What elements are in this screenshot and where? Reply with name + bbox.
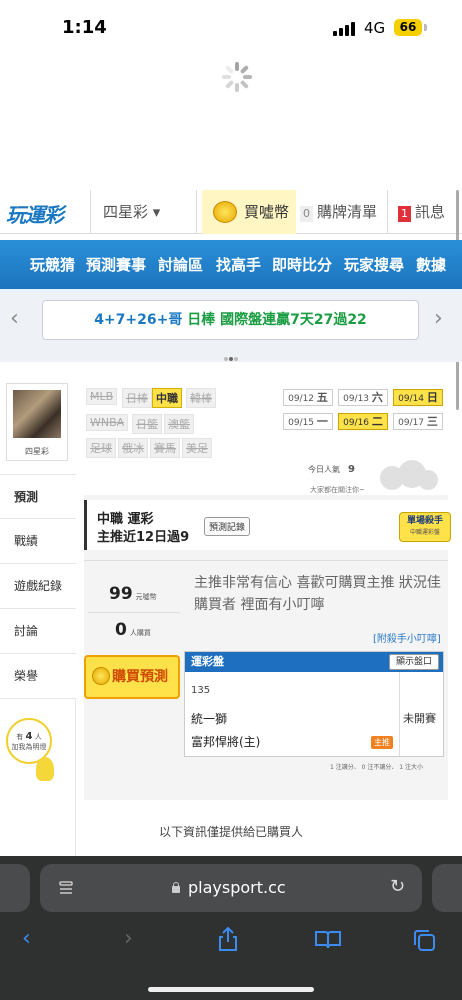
nav-item-player-search[interactable]: 玩家搜尋: [344, 254, 404, 275]
attach-note-link[interactable]: [附殺手小叮嚀]: [373, 630, 441, 645]
buy-prediction-button[interactable]: 購買預測: [84, 655, 180, 699]
avatar: [13, 390, 61, 438]
main-pick-tag: 主推: [371, 736, 393, 749]
date-0914[interactable]: 09/14 日: [393, 389, 443, 406]
nav-item-quiz[interactable]: 玩競猜: [30, 254, 75, 275]
game-status: 未開賽: [403, 712, 436, 725]
sport-cpbl[interactable]: 中職: [152, 388, 182, 408]
date-0913[interactable]: 09/13 六: [338, 389, 388, 406]
clock: 1:14: [62, 17, 107, 38]
messages-label: 訊息: [415, 203, 446, 221]
sport-nfl[interactable]: 美足: [182, 438, 212, 458]
cart-count-badge: 0: [300, 206, 313, 222]
prev-arrow-icon[interactable]: ‹: [10, 306, 19, 331]
network-label: 4G: [364, 19, 386, 37]
prediction-league: 中職 運彩: [97, 512, 154, 527]
sport-horse[interactable]: 賽馬: [150, 438, 180, 458]
sport-npb[interactable]: 日棒: [122, 388, 152, 408]
table-header: 運彩盤 顯示盤口: [185, 652, 443, 672]
info-text: 以下資訊僅提供給已購買人: [158, 825, 303, 839]
main-nav: 玩競猜 預測賽事 討論區 找高手 即時比分 玩家搜尋 數據: [0, 240, 462, 292]
banner-record: 日棒 國際盤連贏7天27過22: [187, 312, 367, 328]
next-arrow-icon[interactable]: ›: [434, 306, 443, 331]
odds-table: 運彩盤 顯示盤口 135 統一獅 富邦悍將(主) 未開賽 主推: [184, 651, 444, 757]
date-0916[interactable]: 09/16 二: [338, 413, 388, 430]
next-tab-preview[interactable]: [432, 864, 462, 912]
site-header: 玩運彩 四星彩 ▾ 買噓幣 0 購牌清單 1 訊息: [0, 190, 462, 234]
messages-button[interactable]: 1 訊息: [398, 190, 462, 234]
promo-banner: ‹ 4+7+26+哥 日棒 國際盤連贏7天27過22 ›: [0, 292, 462, 362]
url-text[interactable]: playsport.cc: [188, 878, 286, 897]
decor-mascot-icon: [380, 460, 438, 490]
popularity: 今日人氣 9: [308, 464, 355, 475]
battery-nub: [424, 24, 427, 31]
coin-icon: [92, 667, 110, 685]
prediction-streak: 主推近12日過9: [97, 530, 190, 545]
prediction-header: 中職 運彩 主推近12日過9 預測記錄 單場殺手 中職運彩盤: [84, 500, 451, 550]
sport-jbl[interactable]: 日籃: [132, 414, 162, 434]
share-icon[interactable]: [217, 926, 239, 952]
carousel-dots: [224, 346, 240, 361]
show-odds-button[interactable]: 顯示盤口: [388, 654, 439, 670]
banner-player: 4+7+26+哥: [94, 312, 183, 328]
sport-soccer[interactable]: 足球: [86, 438, 116, 458]
prediction-note: 主推非常有信心 喜歡可購買主推 狀況佳 購買者 裡面有小叮嚀: [194, 575, 441, 613]
price: 99 元噓幣: [109, 584, 157, 604]
side-item-honor[interactable]: 榮譽: [0, 654, 76, 699]
reader-icon[interactable]: [58, 880, 74, 896]
prediction-record-button[interactable]: 預測記錄: [204, 517, 251, 536]
sport-nbl[interactable]: 澳籃: [164, 414, 194, 434]
status-bar: 1:14 4G 66: [0, 0, 462, 56]
nav-item-livescore[interactable]: 即時比分: [272, 254, 332, 275]
coin-icon: [213, 201, 237, 223]
date-0915[interactable]: 09/15 一: [283, 413, 333, 430]
prev-tab-preview[interactable]: [0, 864, 30, 912]
divider: [399, 672, 400, 756]
loading-spinner-icon: [222, 62, 252, 92]
date-0917[interactable]: 09/17 三: [393, 413, 443, 430]
buyer-count: 0 人購買: [115, 620, 151, 640]
tabs-icon[interactable]: [412, 928, 436, 952]
side-item-history[interactable]: 遊戲紀錄: [0, 564, 76, 609]
cart-button[interactable]: 0 購牌清單: [300, 190, 388, 234]
home-team: 富邦悍將(主): [191, 735, 261, 749]
reload-icon[interactable]: ↻: [390, 876, 405, 897]
nav-item-stats[interactable]: 數據: [416, 254, 446, 275]
nav-item-predict[interactable]: 預測賽事: [86, 254, 146, 275]
nav-item-forum[interactable]: 討論區: [158, 254, 203, 275]
forward-icon[interactable]: ›: [124, 926, 133, 951]
profile-card[interactable]: 四星彩: [6, 383, 68, 461]
signal-icon: [333, 22, 355, 36]
game-number: 135: [191, 685, 211, 696]
pick-legend: 1 注讓分、 0 注不讓分、 1 注大小: [330, 764, 423, 771]
sport-wnba[interactable]: WNBA: [86, 414, 129, 431]
battery-icon: 66: [394, 19, 422, 36]
profile-name: 四星彩: [25, 447, 49, 456]
nav-item-experts[interactable]: 找高手: [216, 254, 261, 275]
side-item-discuss[interactable]: 討論: [0, 609, 76, 654]
home-indicator: [148, 987, 314, 992]
away-team: 統一獅: [191, 712, 228, 726]
site-logo[interactable]: 玩運彩: [6, 199, 64, 228]
side-item-predict[interactable]: 預測: [0, 474, 76, 519]
sport-kbo[interactable]: 韓棒: [186, 388, 216, 408]
banner-box[interactable]: 4+7+26+哥 日棒 國際盤連贏7天27過22: [42, 300, 419, 340]
cart-label: 購牌清單: [317, 203, 378, 221]
sport-khl[interactable]: 俄冰: [118, 438, 148, 458]
lock-icon: [172, 882, 180, 893]
sport-mlb[interactable]: MLB: [86, 388, 118, 405]
bookmarks-icon[interactable]: [314, 930, 342, 950]
side-item-record[interactable]: 戰績: [0, 519, 76, 564]
watch-text: 大家都在關注你~: [310, 486, 365, 494]
back-icon[interactable]: ‹: [22, 926, 31, 951]
game-select-dropdown[interactable]: 四星彩 ▾: [90, 190, 197, 234]
lightbulb-icon: [36, 757, 54, 781]
message-count-badge: 1: [398, 206, 411, 222]
single-killer-badge: 單場殺手 中職運彩盤: [399, 512, 451, 542]
date-0912[interactable]: 09/12 五: [283, 389, 333, 406]
divider: [88, 612, 180, 613]
